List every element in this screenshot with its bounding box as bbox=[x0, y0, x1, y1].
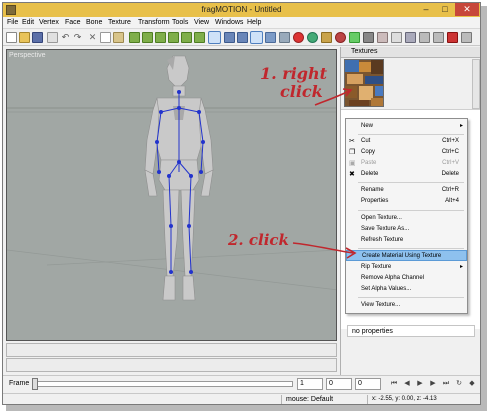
annotation-step1: 1. right click bbox=[260, 64, 327, 101]
annotation-step2: 2. click bbox=[228, 231, 289, 249]
annotation-arrows bbox=[292, 88, 357, 259]
app-window: fragMOTION - Untitled – □ ✕ File Edit Ve… bbox=[2, 2, 481, 405]
